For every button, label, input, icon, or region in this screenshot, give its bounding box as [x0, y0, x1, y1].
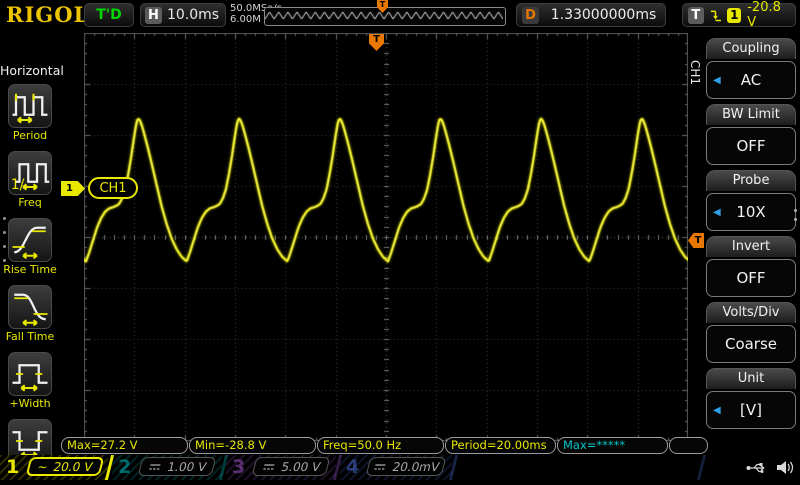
fall-time-icon[interactable] — [8, 285, 52, 329]
menu-item-label: Volts/Div — [706, 302, 796, 323]
menu-item-value: 10X — [736, 203, 765, 221]
menu-channel-tab: CH1 — [688, 60, 702, 85]
channel1-ground-marker[interactable]: 1 — [61, 181, 85, 196]
freq-icon[interactable]: 1/ — [8, 151, 52, 195]
menu-item-value: OFF — [736, 137, 765, 155]
menu-page-dot — [794, 218, 797, 221]
menu-item-coupling[interactable]: Coupling ◀ AC — [706, 38, 796, 99]
left-arrow-icon: ◀ — [713, 207, 721, 218]
measurement-min: Min=-28.8 V — [189, 437, 316, 454]
menu-item-invert[interactable]: Invert ◀OFF — [706, 236, 796, 297]
menu-item-label: Probe — [706, 170, 796, 191]
trigger-level-value: -20.8 V — [747, 0, 790, 30]
channel-scale: 20.0mV — [391, 460, 441, 474]
timebase-value: 10.0ms — [167, 7, 219, 23]
sidebar-scroll-dot — [3, 217, 6, 220]
measure-item-plus-width[interactable]: +Width — [0, 352, 60, 418]
measure-item-period[interactable]: Period — [0, 84, 60, 150]
channel-scale: 20.0 V — [52, 460, 94, 474]
measure-item-fall-time[interactable]: Fall Time — [0, 285, 60, 351]
menu-item-value: AC — [741, 71, 761, 89]
measure-item-label: Fall Time — [0, 330, 62, 343]
trigger-status-badge: T'D — [84, 3, 134, 27]
sidebar-scroll-dot — [3, 259, 6, 262]
measurement-freq: Freq=50.0 Hz — [317, 437, 444, 454]
channel-scale: 1.00 V — [166, 460, 208, 474]
trigger-source-badge: 1 — [727, 8, 741, 23]
scope-graticule-waveform — [84, 33, 688, 441]
measurement-max2: Max=***** — [557, 437, 668, 454]
channel3-status[interactable]: 3 5.00 V — [226, 455, 336, 480]
measurement-empty — [669, 437, 708, 454]
dc-coupling-icon — [260, 462, 276, 472]
channel-number: 2 — [118, 455, 131, 480]
channel2-status[interactable]: 2 1.00 V — [112, 455, 222, 480]
trigger-delay-box: D 1.33000000ms — [516, 3, 666, 27]
channel-scale-box: 5.00 V — [252, 457, 331, 476]
measure-item-label: Period — [0, 129, 62, 142]
left-arrow-icon: ◀ — [713, 405, 721, 416]
menu-item-label: Invert — [706, 236, 796, 257]
rigol-logo: RIGOL — [6, 2, 89, 27]
menu-item-probe[interactable]: Probe ◀ 10X — [706, 170, 796, 231]
measure-item-label: Freq — [0, 196, 62, 209]
channel-number: 1 — [6, 455, 19, 480]
menu-item-label: Coupling — [706, 38, 796, 59]
measure-item-label: +Width — [0, 397, 62, 410]
measure-item-freq[interactable]: 1/ Freq — [0, 151, 60, 217]
status-icons — [742, 455, 798, 480]
delay-key-label: D — [522, 7, 539, 24]
menu-page-dot — [794, 209, 797, 212]
channel-scale-box: 20.0mV — [366, 457, 447, 476]
trigger-info-box: T 1 -20.8 V — [682, 3, 796, 27]
menu-item-unit[interactable]: Unit ◀ [V] — [706, 368, 796, 429]
plus-width-icon[interactable] — [8, 352, 52, 396]
measurement-max: Max=27.2 V — [61, 437, 188, 454]
menu-item-value: [V] — [740, 401, 762, 419]
usb-icon — [746, 461, 768, 474]
menu-item-label: Unit — [706, 368, 796, 389]
measure-sidebar-title: Horizontal — [0, 63, 60, 78]
measure-sidebar: Horizontal Period 1/ Freq — [0, 30, 60, 455]
channel1-label-tag[interactable]: CH1 — [88, 177, 138, 199]
channel1-status[interactable]: 1 ~ 20.0 V — [0, 455, 108, 480]
speaker-icon — [776, 460, 794, 475]
menu-item-bw-limit[interactable]: BW Limit ◀OFF — [706, 104, 796, 165]
menu-item-label: BW Limit — [706, 104, 796, 125]
channel-scale-box: ~ 20.0 V — [26, 457, 105, 476]
sidebar-scroll-dot — [3, 231, 6, 234]
horizontal-timebase-box: H 10.0ms — [140, 3, 226, 27]
channel-scale: 5.00 V — [280, 460, 322, 474]
sidebar-scroll-dot — [3, 245, 6, 248]
rise-time-icon[interactable] — [8, 218, 52, 262]
menu-item-value: Coarse — [725, 335, 777, 353]
channel-number: 3 — [232, 455, 245, 480]
status-separator — [697, 455, 706, 480]
header-bar: RIGOL T'D H 10.0ms 50.0MSa/s 6.00M pts T… — [0, 0, 800, 30]
falling-edge-icon — [710, 7, 722, 23]
channel-status-bar: 1 ~ 20.0 V 2 1.00 V 3 5.00 V 4 — [0, 455, 800, 480]
measure-item-rise-time[interactable]: Rise Time — [0, 218, 60, 284]
measure-item-label: Rise Time — [0, 263, 62, 276]
trigger-key-label: T — [688, 7, 704, 24]
delay-value: 1.33000000ms — [547, 7, 660, 23]
menu-item-value: OFF — [736, 269, 765, 287]
measurement-period: Period=20.00ms — [445, 437, 556, 454]
left-arrow-icon: ◀ — [713, 75, 721, 86]
ac-coupling-icon: ~ — [36, 462, 49, 472]
menu-item-volts-div[interactable]: Volts/Div ◀Coarse — [706, 302, 796, 363]
h-key-label: H — [145, 7, 162, 24]
dc-coupling-icon — [371, 462, 387, 472]
dc-coupling-icon — [146, 462, 162, 472]
svg-text:1/: 1/ — [11, 177, 25, 193]
period-icon[interactable] — [8, 84, 52, 128]
trigger-status-text: T'D — [96, 7, 121, 23]
channel-scale-box: 1.00 V — [138, 457, 217, 476]
channel-number: 4 — [346, 455, 359, 480]
channel4-status[interactable]: 4 20.0mV — [340, 455, 452, 480]
